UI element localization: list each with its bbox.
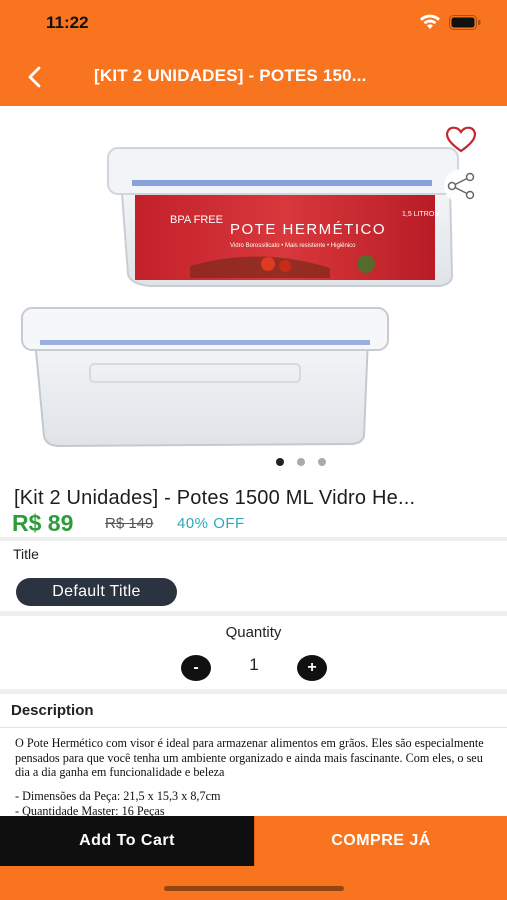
heart-icon[interactable] (444, 124, 478, 154)
share-icon[interactable] (443, 168, 479, 204)
variant-label: Title (13, 546, 39, 562)
divider (0, 689, 507, 694)
divider (0, 727, 507, 728)
description-title: Description (11, 702, 94, 719)
home-indicator (164, 886, 344, 891)
quantity-value: 1 (249, 655, 259, 674)
product-gallery[interactable]: BPA FREE POTE HERMÉTICO Vidro Borossilic… (0, 106, 507, 478)
battery-icon (449, 15, 481, 30)
page-title: [KIT 2 UNIDADES] - POTES 150... (94, 66, 367, 85)
pagination-dot-1[interactable] (276, 458, 284, 466)
current-price: R$ 89 (12, 510, 74, 536)
label-title: POTE HERMÉTICO (230, 221, 386, 238)
divider (0, 611, 507, 616)
price-row: R$ 89 R$ 149 40% OFF (12, 510, 492, 538)
label-badge-left: BPA FREE (170, 214, 223, 226)
purchase-bar: Add To Cart COMPRE JÁ (0, 816, 507, 900)
description-details: - Dimensões da Peça: 21,5 x 15,3 x 8,7cm… (15, 789, 497, 818)
product-name: [Kit 2 Unidades] - Potes 1500 ML Vidro H… (14, 487, 416, 509)
app-header: 11:22 [KIT 2 UNIDADES] - POTES 150... (0, 0, 507, 106)
chevron-left-icon[interactable] (20, 62, 50, 92)
navigation-bar: [KIT 2 UNIDADES] - POTES 150... (0, 46, 507, 106)
description-text: O Pote Hermético com visor é ideal para … (15, 736, 484, 780)
buy-now-button[interactable]: COMPRE JÁ (254, 816, 507, 866)
gallery-pagination[interactable] (0, 458, 507, 470)
label-subtitle: Vidro Borossilicato • Mais resistente • … (230, 243, 356, 249)
wifi-icon (420, 14, 440, 29)
add-to-cart-button[interactable]: Add To Cart (0, 816, 254, 866)
product-image[interactable]: BPA FREE POTE HERMÉTICO Vidro Borossilic… (0, 106, 507, 456)
quantity-decrease-button[interactable]: - (181, 655, 211, 681)
pagination-dot-3[interactable] (318, 458, 326, 466)
status-bar: 11:22 (0, 0, 507, 46)
quantity-label: Quantity (225, 624, 282, 641)
pagination-dot-2[interactable] (297, 458, 305, 466)
original-price: R$ 149 (105, 515, 154, 532)
variant-option-default[interactable]: Default Title (16, 578, 177, 606)
quantity-increase-button[interactable]: + (297, 655, 327, 681)
description-item: - Dimensões da Peça: 21,5 x 15,3 x 8,7cm (15, 789, 221, 803)
discount-badge: 40% OFF (177, 515, 245, 532)
label-badge-right: 1,5 LITROS (402, 211, 439, 218)
divider (0, 537, 507, 541)
status-time: 11:22 (46, 13, 89, 32)
